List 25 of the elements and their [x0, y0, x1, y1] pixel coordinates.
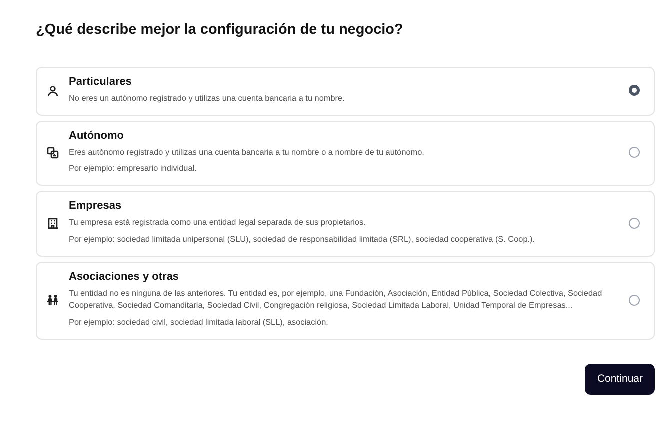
option-example: Por ejemplo: empresario individual.: [69, 163, 198, 176]
option-card[interactable]: Autónomo Eres autónomo registrado y utilizas una cuenta bancaria a tu nombre o a nombre de tu autónomo. Por ejemplo: empresario individual.: [36, 120, 655, 186]
person-icon: [47, 84, 59, 97]
option-description: No eres un autónomo registrado y utilizas una cuenta bancaria a tu nombre.: [69, 93, 346, 105]
radio-button[interactable]: [629, 218, 640, 229]
option-description: Tu empresa está registrada como una entidad legal separada de sus propietarios.: [69, 217, 367, 230]
option-description: Eres autónomo registrado y utilizas una cuenta bancaria a tu nombre o a nombre de tu autónomo.: [69, 146, 426, 159]
radio-button[interactable]: [629, 294, 640, 306]
option-title: Empresas: [69, 200, 123, 212]
option-card[interactable]: Particulares No eres un autónomo registrado y utilizas una cuenta bancaria a tu nombre.: [36, 67, 655, 116]
option-title: Autónomo: [69, 130, 125, 142]
overlapping-squares-icon: [47, 146, 59, 159]
option-title: Particulares: [69, 76, 133, 88]
option-card[interactable]: [36, 262, 655, 340]
building-icon: [47, 217, 59, 230]
option-title: Asociaciones y otras: [69, 270, 180, 283]
continue-button[interactable]: Continuar: [585, 364, 655, 395]
page-heading: ¿Qué describe mejor la configuración de tu negocio?: [36, 22, 404, 38]
option-description: Tu entidad no es ninguna de las anteriores. Tu entidad es, por ejemplo, una Fundación, Asociación, Entidad Pública, Sociedad Colectiva, Sociedad Cooperativa, Sociedad Comanditaria, Sociedad Civil, Congregación religiosa, Sociedad Limitada Laboral, Unidad Temporal de Empresas...: [69, 288, 604, 312]
option-example: Por ejemplo: sociedad limitada unipersonal (SLU), sociedad de responsabilidad limitada (SRL), sociedad cooperativa (S. Coop.).: [69, 234, 536, 246]
option-example: Por ejemplo: sociedad civil, sociedad limitada laboral (SLL), asociación.: [69, 316, 330, 329]
option-card[interactable]: [36, 191, 655, 257]
radio-button[interactable]: [629, 85, 640, 96]
radio-button[interactable]: [629, 147, 640, 158]
people-icon: [47, 294, 59, 306]
